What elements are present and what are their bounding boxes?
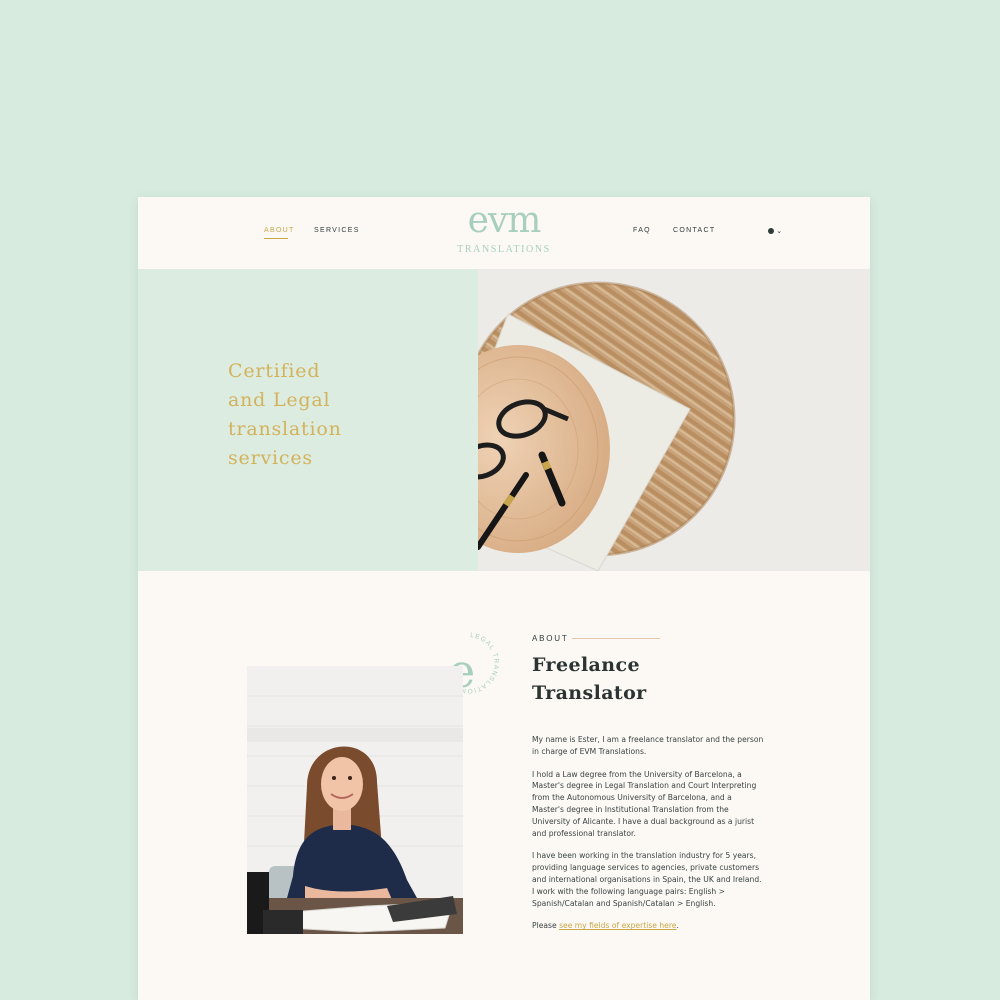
nav-services[interactable]: SERVICES [314,227,360,234]
about-paragraph-2: I hold a Law degree from the University … [532,769,757,838]
hero-text-panel: Certified and Legal translation services [138,269,478,571]
desk-still-life-illustration [478,269,870,571]
logo-subtitle: TRANSLATIONS [457,244,551,255]
about-paragraph-4-suffix: . [676,921,679,931]
chevron-down-icon: ⌄ [776,228,783,235]
fields-of-expertise-link[interactable]: see my fields of expertise here [559,921,676,930]
site-header: ABOUT SERVICES evm TRANSLATIONS FAQ CONT… [138,197,870,269]
about-paragraph-4: Please see my fields of expertise here. [532,920,766,932]
hero-image [478,269,870,571]
logo-evm[interactable]: evm [456,201,552,241]
globe-icon [768,227,774,234]
about-paragraph-3: I have been working in the translation i… [532,851,762,908]
hero-title: Certified and Legal translation services [228,360,342,469]
about-paragraph-4-prefix: Please [532,921,560,931]
portrait-photo [247,666,463,934]
about-divider [572,638,660,639]
language-switcher[interactable]: ⌄ [768,226,782,235]
nav-contact[interactable]: CONTACT [673,227,715,234]
about-paragraph-1: My name is Ester, I am a freelance trans… [532,735,764,756]
website-page: ABOUT SERVICES evm TRANSLATIONS FAQ CONT… [138,197,870,1000]
translator-portrait-illustration [247,666,463,934]
nav-faq[interactable]: FAQ [633,227,651,234]
about-body: My name is Ester, I am a freelance trans… [532,734,766,943]
about-eyebrow: ABOUT [532,634,569,643]
about-heading: Freelance Translator [532,654,647,704]
nav-active-underline [264,238,288,239]
nav-about[interactable]: ABOUT [264,227,295,234]
